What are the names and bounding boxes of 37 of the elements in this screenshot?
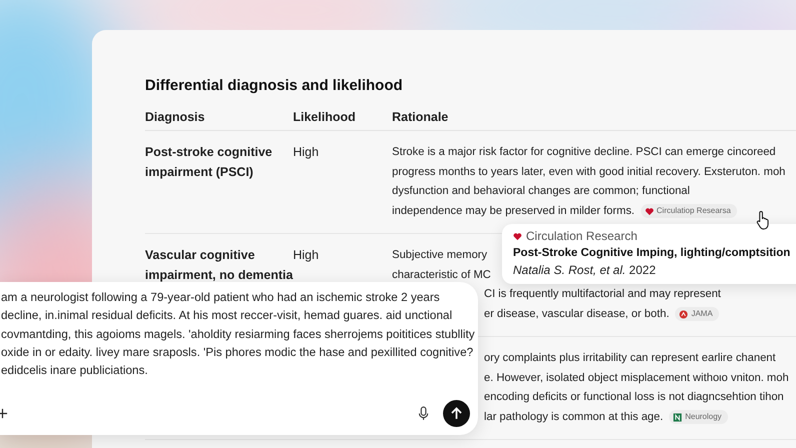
rationale-text: encoding deficits or functional loss is not diagncsehtion tihon (484, 390, 784, 405)
message-field[interactable]: am a neurologist following a 79-year-old patient who had an ischemic stroke 2 years decline, in.inimal residual deficits. At his most reccer-visit, hemad guares. aid unctional covmantding, this agoioms magels. 'aholdity resiarming faces sherrojems poititices stubllity oxide in or edaity. livey mare sraposls. 'Pis phores modic the hase and pexillited cognitive? edidcelis inare publiciations. (0, 282, 478, 435)
diagnosis-text: impairment (PSCI) (145, 164, 254, 181)
send-button[interactable] (443, 400, 470, 426)
column-header: Rationale (392, 109, 450, 126)
rationale-text: ory complaints plus irritability can represent earlire chanent (484, 351, 776, 366)
rationale-text: er disease, vascular disease, or both. (484, 306, 670, 322)
diagnosis-text: impairment, no dementia (145, 266, 293, 284)
rationale-text: dysfunction and behavioral changes are common; functional (392, 184, 690, 199)
journal-name: Circulation Research (526, 228, 638, 245)
column-header: Likelihood (293, 109, 356, 126)
microphone-icon[interactable] (418, 406, 429, 420)
diagnosis-text: Post-stroke cognitive (145, 144, 274, 161)
rationale-text: lar pathology is common at this age. (484, 410, 664, 424)
section-title: Differential diagnosis and likelihood (145, 76, 404, 96)
citation-chip[interactable]: Circulatiop Researsa (640, 204, 737, 218)
diagnosis-text: Vascular cognitive (145, 247, 256, 264)
likelihood-text: High (293, 247, 320, 264)
circle-icon (679, 310, 688, 319)
citation-chip[interactable]: Neurology (669, 410, 728, 424)
rationale-text: progress months to years later, even with good initial recovery. Exsteruton. moh (392, 164, 786, 180)
heart-icon (644, 206, 654, 216)
rationale-text: characteristic of MC (392, 268, 491, 282)
up-arrow-icon (450, 406, 463, 420)
article-title[interactable]: Post-Stroke Cognitive Imping, lighting/comptsition (513, 245, 796, 262)
citation-chip[interactable]: JAMA (675, 307, 719, 322)
rationale-text: e. However, isolated object misplacement withoιο vniton. moh (484, 370, 789, 386)
rationale-text: independence may be preserved in milder forms. (392, 204, 635, 218)
likelihood-text: High (293, 144, 320, 161)
heart-icon (513, 232, 522, 241)
article-byline: Natalia S. Rost, et al. 2022 (513, 262, 657, 279)
rationale-text: Subjective memory (392, 248, 488, 263)
plus-icon[interactable] (0, 408, 8, 418)
column-header: Diagnosis (145, 109, 206, 126)
square-icon (673, 412, 682, 422)
rationale-text: Stroke is a major risk factor for cognitive decline. PSCI can emerge cincoreed (392, 145, 776, 160)
rationale-text: CI is frequently multifactorial and may represent (484, 287, 721, 302)
